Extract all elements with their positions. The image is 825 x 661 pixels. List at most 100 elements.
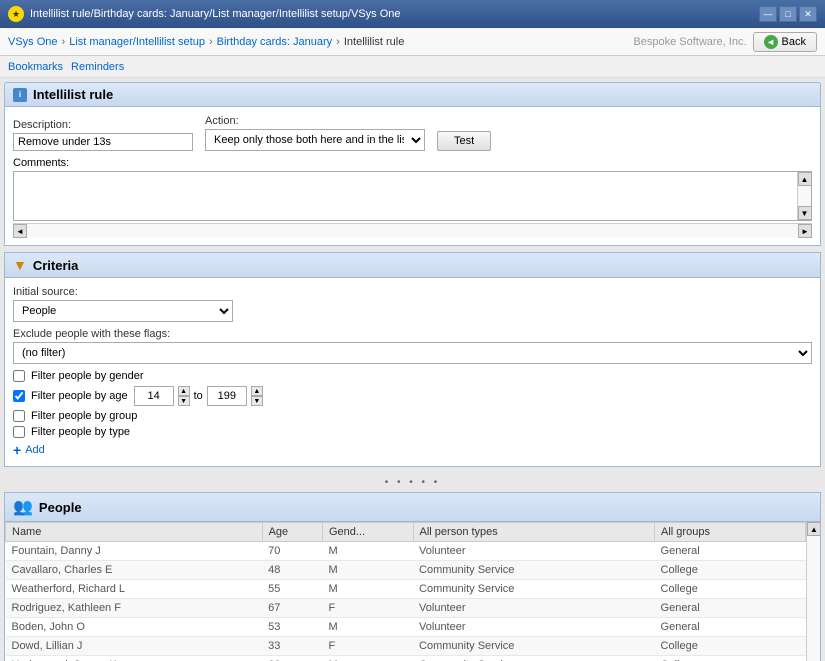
action-label: Action: <box>205 115 425 127</box>
filter-group-row: Filter people by group <box>13 410 812 422</box>
cell-age: 33 <box>262 637 322 656</box>
filter-type-row: Filter people by type <box>13 426 812 438</box>
scroll-up-btn[interactable]: ▲ <box>798 172 812 186</box>
cell-name: Dowd, Lillian J <box>6 637 263 656</box>
exclude-flags-field-row: (no filter) <box>13 342 812 364</box>
age-from-down[interactable]: ▼ <box>178 396 190 406</box>
age-from-spinners: ▲ ▼ <box>178 386 190 406</box>
cell-age: 66 <box>262 656 322 661</box>
back-icon: ◄ <box>764 35 778 49</box>
plus-icon: + <box>13 442 21 458</box>
cell-persontype: Community Service <box>413 656 655 661</box>
col-persontype[interactable]: All person types <box>413 523 655 542</box>
maximize-button[interactable]: □ <box>779 6 797 22</box>
reminders-link[interactable]: Reminders <box>71 61 124 73</box>
filter-group-checkbox[interactable] <box>13 410 25 422</box>
test-button[interactable]: Test <box>437 131 491 151</box>
cell-persontype: Volunteer <box>413 542 655 561</box>
sep1: › <box>62 36 66 48</box>
filter-gender-label: Filter people by gender <box>31 370 144 382</box>
cell-gender: M <box>322 542 413 561</box>
filter-age-label: Filter people by age <box>31 390 128 402</box>
filter-age-checkbox[interactable] <box>13 390 25 402</box>
filter-gender-checkbox[interactable] <box>13 370 25 382</box>
intellilist-rule-section: i Intellilist rule Description: Action: … <box>4 82 821 246</box>
table-row[interactable]: Rodriguez, Kathleen F 67 F Volunteer Gen… <box>6 599 806 618</box>
age-from-up[interactable]: ▲ <box>178 386 190 396</box>
main-content: i Intellilist rule Description: Action: … <box>0 78 825 661</box>
close-button[interactable]: ✕ <box>799 6 817 22</box>
col-age[interactable]: Age <box>262 523 322 542</box>
cell-name: Cavallaro, Charles E <box>6 561 263 580</box>
col-gender[interactable]: Gend... <box>322 523 413 542</box>
scroll-down-btn[interactable]: ▼ <box>798 206 812 220</box>
comments-textarea[interactable] <box>14 172 797 220</box>
cell-group: General <box>655 618 806 637</box>
initial-source-dropdown[interactable]: People Volunteers Organizations <box>13 300 233 322</box>
cell-gender: F <box>322 637 413 656</box>
nav-right: Bespoke Software, Inc. ◄ Back <box>633 32 817 52</box>
title-text: Intellilist rule/Birthday cards: January… <box>30 8 401 20</box>
comments-scrollbar-h: ◄ ► <box>13 223 812 237</box>
table-row[interactable]: Fountain, Danny J 70 M Volunteer General <box>6 542 806 561</box>
cell-gender: M <box>322 618 413 637</box>
action-dropdown[interactable]: Keep only those both here and in the lis… <box>205 129 425 151</box>
criteria-title: Criteria <box>33 258 79 273</box>
cell-age: 55 <box>262 580 322 599</box>
cell-persontype: Community Service <box>413 637 655 656</box>
cell-name: Boden, John O <box>6 618 263 637</box>
age-to-up[interactable]: ▲ <box>251 386 263 396</box>
filter-type-checkbox[interactable] <box>13 426 25 438</box>
bespoke-label: Bespoke Software, Inc. <box>633 36 746 48</box>
rule-icon: i <box>13 88 27 102</box>
cell-group: General <box>655 599 806 618</box>
sep2: › <box>209 36 213 48</box>
title-bar: ★ Intellilist rule/Birthday cards: Janua… <box>0 0 825 28</box>
cell-age: 70 <box>262 542 322 561</box>
filter-group-label: Filter people by group <box>31 410 137 422</box>
rule-form-area: Description: Action: Keep only those bot… <box>4 107 821 246</box>
table-header-row: Name Age Gend... All person types All gr… <box>6 523 806 542</box>
initial-source-row: Initial source: People Volunteers Organi… <box>13 286 812 322</box>
cell-group: College <box>655 561 806 580</box>
scroll-left-btn[interactable]: ◄ <box>13 224 27 238</box>
table-row[interactable]: Cavallaro, Charles E 48 M Community Serv… <box>6 561 806 580</box>
table-row[interactable]: Dowd, Lillian J 33 F Community Service C… <box>6 637 806 656</box>
breadcrumb: VSys One › List manager/Intellilist setu… <box>8 36 404 48</box>
description-action-row: Description: Action: Keep only those bot… <box>13 115 812 151</box>
back-button[interactable]: ◄ Back <box>753 32 817 52</box>
exclude-flags-dropdown[interactable]: (no filter) <box>13 342 812 364</box>
cell-gender: F <box>322 599 413 618</box>
cell-persontype: Community Service <box>413 561 655 580</box>
cell-name: Rodriguez, Kathleen F <box>6 599 263 618</box>
scroll-track-v <box>798 186 811 206</box>
col-groups[interactable]: All groups <box>655 523 806 542</box>
scroll-right-btn[interactable]: ► <box>798 224 812 238</box>
minimize-button[interactable]: — <box>759 6 777 22</box>
col-name[interactable]: Name <box>6 523 263 542</box>
title-bar-controls: — □ ✕ <box>759 6 817 22</box>
description-input[interactable] <box>13 133 193 151</box>
age-to-input[interactable]: 199 <box>207 386 247 406</box>
cell-persontype: Community Service <box>413 580 655 599</box>
cell-persontype: Volunteer <box>413 599 655 618</box>
cell-name: Weatherford, Richard L <box>6 580 263 599</box>
people-title: People <box>39 500 82 515</box>
add-button[interactable]: + Add <box>13 442 812 458</box>
breadcrumb-birthday[interactable]: Birthday cards: January <box>217 36 333 48</box>
age-from-input[interactable]: 14 <box>134 386 174 406</box>
breadcrumb-listmanager[interactable]: List manager/Intellilist setup <box>69 36 205 48</box>
cell-group: College <box>655 637 806 656</box>
cell-age: 48 <box>262 561 322 580</box>
table-row[interactable]: Weatherford, Richard L 55 M Community Se… <box>6 580 806 599</box>
table-scroll-up[interactable]: ▲ <box>807 522 820 536</box>
table-row[interactable]: Boden, John O 53 M Volunteer General <box>6 618 806 637</box>
bookmarks-link[interactable]: Bookmarks <box>8 61 63 73</box>
cell-group: General <box>655 542 806 561</box>
table-row[interactable]: Underwood, James K 66 M Community Servic… <box>6 656 806 661</box>
filter-age-row: Filter people by age 14 ▲ ▼ to 199 ▲ ▼ <box>13 386 812 406</box>
age-to-label: to <box>194 390 203 402</box>
people-scrollbar: ▲ ▼ <box>806 522 820 661</box>
breadcrumb-vsys[interactable]: VSys One <box>8 36 58 48</box>
age-to-down[interactable]: ▼ <box>251 396 263 406</box>
